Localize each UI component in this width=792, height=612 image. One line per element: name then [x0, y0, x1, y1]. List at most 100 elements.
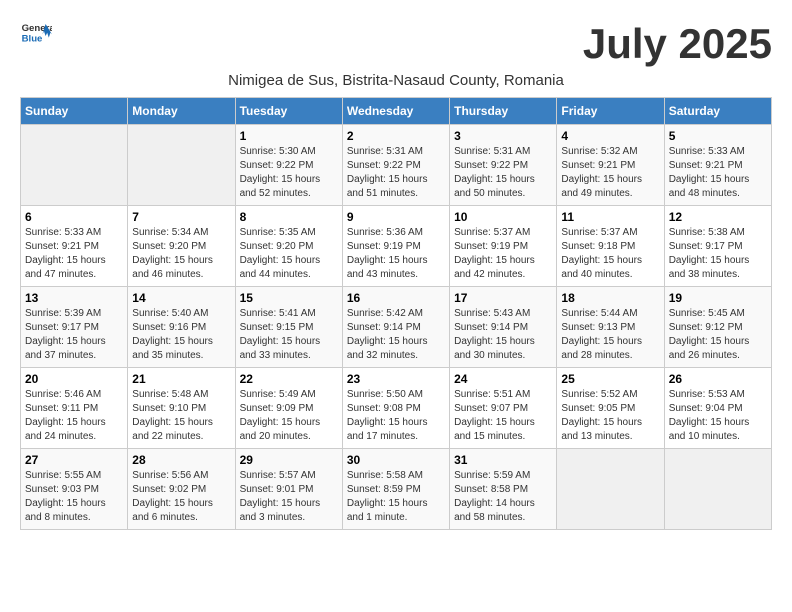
day-info: Sunrise: 5:31 AMSunset: 9:22 PMDaylight:… — [347, 146, 428, 199]
day-number: 17 — [454, 291, 552, 305]
calendar-cell: 2 Sunrise: 5:31 AMSunset: 9:22 PMDaylight… — [342, 125, 449, 206]
calendar-cell — [557, 449, 664, 530]
calendar-cell: 12 Sunrise: 5:38 AMSunset: 9:17 PMDayligh… — [664, 206, 771, 287]
calendar-cell: 20 Sunrise: 5:46 AMSunset: 9:11 PMDayligh… — [21, 368, 128, 449]
day-info: Sunrise: 5:38 AMSunset: 9:17 PMDaylight:… — [669, 227, 750, 280]
calendar-cell: 19 Sunrise: 5:45 AMSunset: 9:12 PMDayligh… — [664, 287, 771, 368]
day-info: Sunrise: 5:34 AMSunset: 9:20 PMDaylight:… — [132, 227, 213, 280]
day-number: 28 — [132, 453, 230, 467]
day-info: Sunrise: 5:53 AMSunset: 9:04 PMDaylight:… — [669, 389, 750, 442]
calendar-cell: 26 Sunrise: 5:53 AMSunset: 9:04 PMDayligh… — [664, 368, 771, 449]
day-info: Sunrise: 5:58 AMSunset: 8:59 PMDaylight:… — [347, 470, 428, 523]
calendar-cell: 9 Sunrise: 5:36 AMSunset: 9:19 PMDaylight… — [342, 206, 449, 287]
day-number: 18 — [561, 291, 659, 305]
calendar-cell — [664, 449, 771, 530]
day-info: Sunrise: 5:51 AMSunset: 9:07 PMDaylight:… — [454, 389, 535, 442]
day-number: 11 — [561, 210, 659, 224]
calendar-table: SundayMondayTuesdayWednesdayThursdayFrid… — [20, 97, 772, 530]
day-number: 29 — [240, 453, 338, 467]
logo-icon: General Blue — [20, 20, 52, 48]
day-number: 16 — [347, 291, 445, 305]
calendar-cell: 25 Sunrise: 5:52 AMSunset: 9:05 PMDayligh… — [557, 368, 664, 449]
calendar-cell: 28 Sunrise: 5:56 AMSunset: 9:02 PMDayligh… — [128, 449, 235, 530]
calendar-cell — [128, 125, 235, 206]
day-number: 8 — [240, 210, 338, 224]
day-number: 20 — [25, 372, 123, 386]
day-number: 3 — [454, 129, 552, 143]
calendar-cell: 15 Sunrise: 5:41 AMSunset: 9:15 PMDayligh… — [235, 287, 342, 368]
day-number: 23 — [347, 372, 445, 386]
day-of-week-header: Tuesday — [235, 98, 342, 125]
day-of-week-header: Monday — [128, 98, 235, 125]
day-of-week-header: Sunday — [21, 98, 128, 125]
calendar-cell: 7 Sunrise: 5:34 AMSunset: 9:20 PMDaylight… — [128, 206, 235, 287]
day-number: 7 — [132, 210, 230, 224]
day-info: Sunrise: 5:56 AMSunset: 9:02 PMDaylight:… — [132, 470, 213, 523]
day-info: Sunrise: 5:42 AMSunset: 9:14 PMDaylight:… — [347, 308, 428, 361]
logo: General Blue — [20, 20, 54, 48]
day-number: 10 — [454, 210, 552, 224]
calendar-cell: 21Sunrise: 5:48 AMSunset: 9:10 PMDayligh… — [128, 368, 235, 449]
day-number: 9 — [347, 210, 445, 224]
day-info: Sunrise: 5:57 AMSunset: 9:01 PMDaylight:… — [240, 470, 321, 523]
calendar-cell — [21, 125, 128, 206]
day-number: 31 — [454, 453, 552, 467]
day-info: Sunrise: 5:45 AMSunset: 9:12 PMDaylight:… — [669, 308, 750, 361]
page-header: General Blue July 2025 — [20, 20, 772, 68]
day-info: Sunrise: 5:36 AMSunset: 9:19 PMDaylight:… — [347, 227, 428, 280]
day-info: Sunrise: 5:37 AMSunset: 9:18 PMDaylight:… — [561, 227, 642, 280]
calendar-cell: 3Sunrise: 5:31 AMSunset: 9:22 PMDaylight… — [450, 125, 557, 206]
day-info: Sunrise: 5:41 AMSunset: 9:15 PMDaylight:… — [240, 308, 321, 361]
calendar-cell: 13 Sunrise: 5:39 AMSunset: 9:17 PMDayligh… — [21, 287, 128, 368]
svg-text:Blue: Blue — [22, 34, 43, 45]
day-of-week-header: Wednesday — [342, 98, 449, 125]
calendar-cell: 14Sunrise: 5:40 AMSunset: 9:16 PMDayligh… — [128, 287, 235, 368]
day-number: 21 — [132, 372, 230, 386]
calendar-cell: 24 Sunrise: 5:51 AMSunset: 9:07 PMDayligh… — [450, 368, 557, 449]
day-number: 26 — [669, 372, 767, 386]
day-info: Sunrise: 5:33 AMSunset: 9:21 PMDaylight:… — [25, 227, 106, 280]
calendar-cell: 5Sunrise: 5:33 AMSunset: 9:21 PMDaylight… — [664, 125, 771, 206]
day-number: 15 — [240, 291, 338, 305]
calendar-cell: 10 Sunrise: 5:37 AMSunset: 9:19 PMDayligh… — [450, 206, 557, 287]
day-of-week-header: Saturday — [664, 98, 771, 125]
calendar-cell: 11 Sunrise: 5:37 AMSunset: 9:18 PMDayligh… — [557, 206, 664, 287]
calendar-cell: 22 Sunrise: 5:49 AMSunset: 9:09 PMDayligh… — [235, 368, 342, 449]
calendar-cell: 23 Sunrise: 5:50 AMSunset: 9:08 PMDayligh… — [342, 368, 449, 449]
day-number: 25 — [561, 372, 659, 386]
day-info: Sunrise: 5:39 AMSunset: 9:17 PMDaylight:… — [25, 308, 106, 361]
day-of-week-header: Friday — [557, 98, 664, 125]
calendar-cell: 6 Sunrise: 5:33 AMSunset: 9:21 PMDaylight… — [21, 206, 128, 287]
calendar-cell: 16 Sunrise: 5:42 AMSunset: 9:14 PMDayligh… — [342, 287, 449, 368]
day-info: Sunrise: 5:46 AMSunset: 9:11 PMDaylight:… — [25, 389, 106, 442]
day-info: Sunrise: 5:32 AMSunset: 9:21 PMDaylight:… — [561, 146, 642, 199]
day-number: 6 — [25, 210, 123, 224]
day-number: 2 — [347, 129, 445, 143]
day-info: Sunrise: 5:35 AMSunset: 9:20 PMDaylight:… — [240, 227, 321, 280]
day-info: Sunrise: 5:43 AMSunset: 9:14 PMDaylight:… — [454, 308, 535, 361]
day-number: 14 — [132, 291, 230, 305]
day-number: 13 — [25, 291, 123, 305]
day-info: Sunrise: 5:37 AMSunset: 9:19 PMDaylight:… — [454, 227, 535, 280]
day-info: Sunrise: 5:59 AMSunset: 8:58 PMDaylight:… — [454, 470, 535, 523]
day-info: Sunrise: 5:52 AMSunset: 9:05 PMDaylight:… — [561, 389, 642, 442]
day-number: 30 — [347, 453, 445, 467]
day-number: 19 — [669, 291, 767, 305]
day-number: 1 — [240, 129, 338, 143]
day-of-week-header: Thursday — [450, 98, 557, 125]
day-info: Sunrise: 5:30 AMSunset: 9:22 PMDaylight:… — [240, 146, 321, 199]
day-number: 22 — [240, 372, 338, 386]
day-info: Sunrise: 5:50 AMSunset: 9:08 PMDaylight:… — [347, 389, 428, 442]
calendar-cell: 31 Sunrise: 5:59 AMSunset: 8:58 PMDayligh… — [450, 449, 557, 530]
day-info: Sunrise: 5:49 AMSunset: 9:09 PMDaylight:… — [240, 389, 321, 442]
day-number: 12 — [669, 210, 767, 224]
calendar-cell: 4Sunrise: 5:32 AMSunset: 9:21 PMDaylight… — [557, 125, 664, 206]
month-title: July 2025 — [583, 20, 772, 68]
calendar-cell: 17 Sunrise: 5:43 AMSunset: 9:14 PMDayligh… — [450, 287, 557, 368]
day-number: 24 — [454, 372, 552, 386]
day-info: Sunrise: 5:33 AMSunset: 9:21 PMDaylight:… — [669, 146, 750, 199]
calendar-cell: 29 Sunrise: 5:57 AMSunset: 9:01 PMDayligh… — [235, 449, 342, 530]
day-info: Sunrise: 5:55 AMSunset: 9:03 PMDaylight:… — [25, 470, 106, 523]
calendar-cell: 27Sunrise: 5:55 AMSunset: 9:03 PMDayligh… — [21, 449, 128, 530]
calendar-cell: 1 Sunrise: 5:30 AMSunset: 9:22 PMDaylight… — [235, 125, 342, 206]
